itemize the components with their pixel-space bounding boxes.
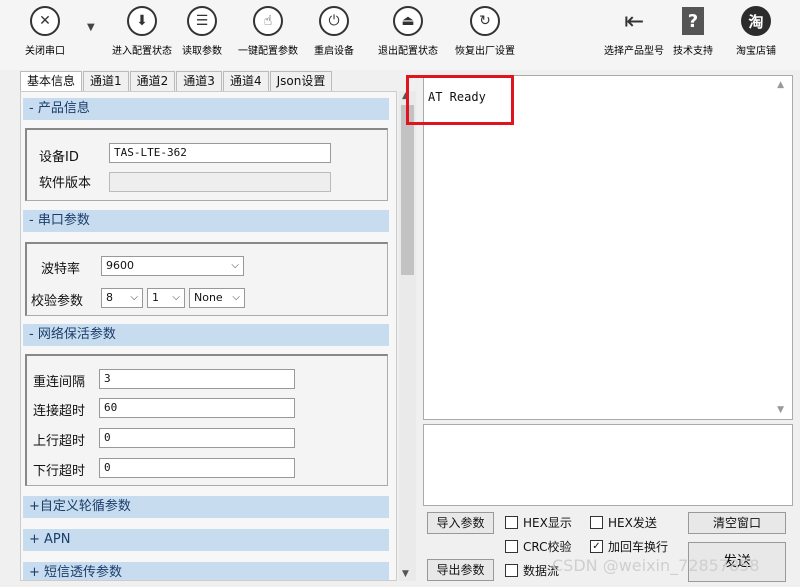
serial-params-group: 波特率 9600 ⌵ 校验参数 8 ⌵ 1 ⌵ None ⌵ [25, 242, 388, 316]
taobao-icon: 淘 [741, 6, 771, 36]
checkbox-box [505, 564, 518, 577]
restart-button[interactable]: ⏻ 重启设备 [314, 6, 354, 57]
baud-rate-label: 波特率 [41, 262, 81, 277]
crc-checkbox[interactable]: CRC校验 [505, 538, 572, 555]
help-icon: ? [678, 6, 708, 36]
dropdown-arrow-icon[interactable]: ▼ [87, 22, 95, 33]
tab-bar: 基本信息 通道1 通道2 通道3 通道4 Json设置 [20, 71, 333, 92]
download-icon: ⬇ [127, 6, 157, 36]
watermark: CSDN @weixin_72857858 [552, 556, 760, 575]
hand-icon: ☝ [253, 6, 283, 36]
tech-support-button[interactable]: ? 技术支持 [673, 6, 713, 57]
scroll-thumb[interactable] [401, 105, 414, 275]
check-params-label: 校验参数 [31, 294, 84, 309]
stop-bits-select[interactable]: 1 ⌵ [147, 288, 185, 308]
uplink-timeout-label: 上行超时 [33, 434, 86, 449]
factory-reset-button[interactable]: ↻ 恢复出厂设置 [455, 6, 515, 57]
clear-window-button[interactable]: 清空窗口 [688, 512, 786, 534]
checkbox-box [590, 516, 603, 529]
tab-json-settings[interactable]: Json设置 [269, 71, 333, 91]
baud-rate-select[interactable]: 9600 ⌵ [101, 256, 244, 276]
sms-passthrough-header[interactable]: + 短信透传参数 [23, 562, 389, 580]
checkbox-box [505, 516, 518, 529]
highlight-box [406, 75, 514, 125]
device-id-input[interactable]: TAS-LTE-362 [109, 143, 331, 163]
import-params-button[interactable]: 导入参数 [427, 512, 494, 534]
chevron-down-icon: ⌵ [130, 292, 138, 303]
downlink-timeout-input[interactable]: 0 [99, 458, 295, 478]
conn-timeout-input[interactable]: 60 [99, 398, 295, 418]
output-scroll-up-icon[interactable]: ▲ [777, 80, 784, 90]
taobao-button[interactable]: 淘 淘宝店铺 [736, 6, 776, 57]
receive-textarea[interactable]: AT Ready ▲ ▼ [423, 75, 793, 420]
hex-send-checkbox[interactable]: HEX发送 [590, 514, 657, 531]
send-textarea[interactable] [423, 424, 793, 506]
tab-basic-info[interactable]: 基本信息 [20, 71, 83, 92]
serial-params-header[interactable]: - 串口参数 [23, 210, 389, 232]
tab-channel-1[interactable]: 通道1 [83, 71, 129, 91]
one-key-config-button[interactable]: ☝ 一键配置参数 [238, 6, 298, 57]
close-port-icon: ✕ [30, 6, 60, 36]
reconnect-interval-input[interactable]: 3 [99, 369, 295, 389]
parity-select[interactable]: None ⌵ [189, 288, 245, 308]
conn-timeout-label: 连接超时 [33, 404, 86, 419]
tab-channel-4[interactable]: 通道4 [222, 71, 269, 91]
tab-channel-3[interactable]: 通道3 [176, 71, 222, 91]
output-scroll-down-icon[interactable]: ▼ [777, 405, 784, 415]
back-to-start-icon: ⇤ [623, 7, 645, 35]
read-params-icon: ☰ [187, 6, 217, 36]
close-port-button[interactable]: ✕ 关闭串口 [25, 6, 65, 57]
enter-config-button[interactable]: ⬇ 进入配置状态 [112, 6, 172, 57]
exit-config-button[interactable]: ⏏ 退出配置状态 [378, 6, 438, 57]
apn-header[interactable]: + APN [23, 529, 389, 551]
keepalive-group: 重连间隔 3 连接超时 60 上行超时 0 下行超时 0 [25, 354, 388, 486]
custom-poll-header[interactable]: +自定义轮循参数 [23, 496, 389, 518]
chevron-down-icon: ⌵ [231, 260, 239, 271]
eject-icon: ⏏ [393, 6, 423, 36]
read-params-button[interactable]: ☰ 读取参数 [182, 6, 222, 57]
fw-version-label: 软件版本 [39, 176, 92, 191]
export-params-button[interactable]: 导出参数 [427, 559, 494, 581]
tab-channel-2[interactable]: 通道2 [129, 71, 176, 91]
settings-scrollbar[interactable]: ▲ ▼ [399, 91, 416, 581]
reconnect-interval-label: 重连间隔 [33, 375, 86, 390]
device-id-label: 设备ID [39, 150, 79, 165]
scroll-down-icon[interactable]: ▼ [402, 569, 409, 579]
uplink-timeout-input[interactable]: 0 [99, 428, 295, 448]
settings-panel: - 产品信息 设备ID TAS-LTE-362 软件版本 - 串口参数 波特率 … [20, 91, 397, 581]
add-crlf-checkbox[interactable]: ✓ 加回车换行 [590, 538, 668, 555]
data-bits-select[interactable]: 8 ⌵ [101, 288, 143, 308]
product-info-header[interactable]: - 产品信息 [23, 98, 389, 120]
select-model-button[interactable]: ⇤ 选择产品型号 [604, 6, 664, 57]
chevron-down-icon: ⌵ [232, 292, 240, 303]
hex-display-checkbox[interactable]: HEX显示 [505, 514, 572, 531]
toolbar: ✕ 关闭串口 ▼ ⬇ 进入配置状态 ☰ 读取参数 ☝ 一键配置参数 ⏻ 重启设备… [0, 0, 800, 70]
reset-icon: ↻ [470, 6, 500, 36]
downlink-timeout-label: 下行超时 [33, 464, 86, 479]
power-icon: ⏻ [319, 6, 349, 36]
chevron-down-icon: ⌵ [172, 292, 180, 303]
data-stream-checkbox[interactable]: 数据流 [505, 562, 559, 579]
fw-version-input [109, 172, 331, 192]
checkmark-icon: ✓ [590, 540, 603, 553]
keepalive-header[interactable]: - 网络保活参数 [23, 324, 389, 346]
checkbox-box [505, 540, 518, 553]
product-info-group: 设备ID TAS-LTE-362 软件版本 [25, 128, 388, 201]
